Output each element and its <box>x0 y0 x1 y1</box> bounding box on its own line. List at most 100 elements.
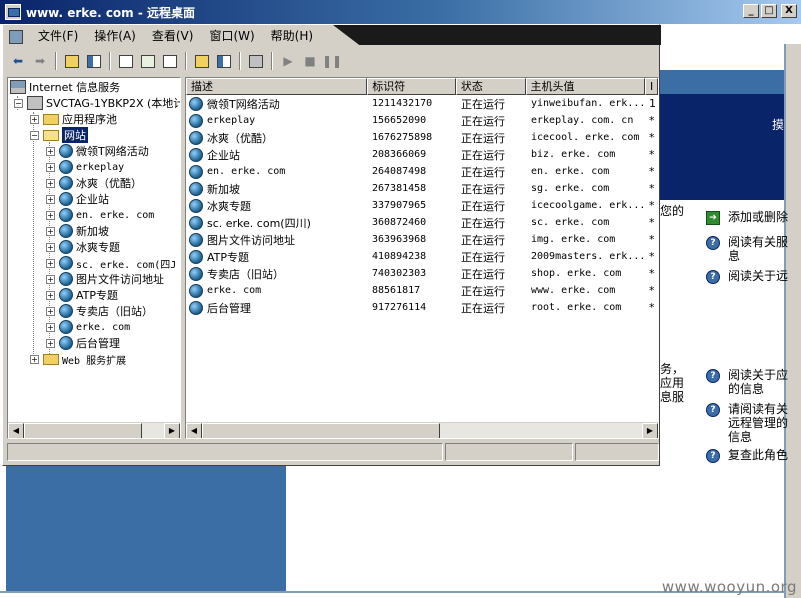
table-row[interactable]: 图片文件访问地址 363963968 正在运行 img. erke. com * <box>186 231 658 248</box>
task-review-role[interactable]: ? 复查此角色 <box>706 448 788 463</box>
task-read-about-remote[interactable]: ? 阅读关于远 <box>706 269 788 284</box>
properties-icon[interactable] <box>115 50 137 72</box>
column-header-ip[interactable]: I <box>645 78 658 95</box>
refresh-icon[interactable] <box>137 50 159 72</box>
play-icon[interactable]: ▶ <box>277 50 299 72</box>
expand-icon[interactable]: + <box>46 210 55 220</box>
table-row[interactable]: sc. erke. com(四川) 360872460 正在运行 sc. erke. … <box>186 214 658 231</box>
list-horizontal-scrollbar[interactable]: ◀ ▶ <box>186 422 658 438</box>
tree-item-site[interactable]: + 企业站 <box>46 191 109 207</box>
expand-icon[interactable]: + <box>30 354 39 364</box>
expand-icon[interactable]: + <box>46 162 55 172</box>
expand-icon[interactable]: + <box>46 338 55 348</box>
table-row[interactable]: en. erke. com 264087498 正在运行 en. erke. com * <box>186 163 658 180</box>
tree-item-site[interactable]: + ATP专题 <box>46 287 118 303</box>
table-row[interactable]: 新加坡 267381458 正在运行 sg. erke. com * <box>186 180 658 197</box>
scroll-thumb[interactable] <box>24 423 142 438</box>
computer-icon[interactable] <box>245 50 267 72</box>
cell-ip: * <box>649 131 655 144</box>
tree-item-server[interactable]: − SVCTAG-1YBKP2X (本地计 <box>14 95 180 111</box>
website-globe-icon <box>189 300 203 315</box>
task-read-about-remote-admin[interactable]: ? 请阅读有关 远程管理的 信息 <box>706 402 788 444</box>
table-row[interactable]: 冰爽专题 337907965 正在运行 icecoolgame. erk... * <box>186 197 658 214</box>
forward-arrow-icon[interactable]: ➡ <box>29 50 51 72</box>
scroll-left-icon[interactable]: ◀ <box>8 423 24 438</box>
tree-item-iis[interactable]: Internet 信息服务 <box>10 79 120 95</box>
minimize-button[interactable]: _ <box>743 4 759 18</box>
table-row[interactable]: 专卖店（旧站） 740302303 正在运行 shop. erke. com * <box>186 265 658 282</box>
expand-icon[interactable]: + <box>46 178 55 188</box>
expand-icon[interactable]: + <box>46 322 55 332</box>
tree-item-site[interactable]: + erke. com <box>46 319 130 335</box>
task-read-about-server[interactable]: ? 阅读有关服 息 <box>706 235 788 263</box>
expand-icon[interactable]: + <box>46 226 55 236</box>
tree-item-site[interactable]: + 图片文件访问地址 <box>46 271 164 287</box>
tree-item-site[interactable]: + 专卖店（旧站） <box>46 303 153 319</box>
table-row[interactable]: 后台管理 917276114 正在运行 root. erke. com * <box>186 299 658 316</box>
console-tree: Internet 信息服务 − SVCTAG-1YBKP2X (本地计 + 应用… <box>7 77 181 439</box>
column-header-description[interactable]: 描述 <box>186 78 368 95</box>
expand-icon[interactable]: + <box>46 306 55 316</box>
task-read-about-app[interactable]: ? 阅读关于应 的信息 <box>706 368 788 396</box>
stop-icon[interactable]: ■ <box>299 50 321 72</box>
server-manager-header-bar <box>656 70 784 94</box>
tree-item-site[interactable]: + en. erke. com <box>46 207 154 223</box>
tree-item-site[interactable]: + 后台管理 <box>46 335 120 351</box>
tree-item-site[interactable]: + 冰爽（优酷） <box>46 175 142 191</box>
collapse-icon[interactable]: − <box>30 130 39 140</box>
cell-identifier: 363963968 <box>372 234 427 245</box>
tree-item-site[interactable]: + sc. erke. com(四J <box>46 255 176 271</box>
expand-icon[interactable]: + <box>46 274 55 284</box>
tree-item-app-pools[interactable]: + 应用程序池 <box>30 111 117 127</box>
tree-item-site[interactable]: + 新加坡 <box>46 223 109 239</box>
tree-item-site[interactable]: + 冰爽专题 <box>46 239 120 255</box>
scroll-right-icon[interactable]: ▶ <box>642 423 658 438</box>
menu-action[interactable]: 操作(A) <box>86 25 144 47</box>
mmc-icon[interactable] <box>8 28 24 44</box>
mmc-pane-icon[interactable] <box>213 50 235 72</box>
tree-horizontal-scrollbar[interactable]: ◀ ▶ <box>8 422 180 438</box>
menu-window[interactable]: 窗口(W) <box>201 25 262 47</box>
rdp-title-bar[interactable]: www. erke. com - 远程桌面 _ □ X <box>0 0 801 24</box>
cell-status: 正在运行 <box>461 250 505 264</box>
expand-icon[interactable]: + <box>46 146 55 156</box>
website-globe-icon <box>59 320 73 334</box>
cell-ip: * <box>649 114 655 127</box>
expand-icon[interactable]: + <box>46 194 55 204</box>
expand-icon[interactable]: + <box>46 290 55 300</box>
up-folder-icon[interactable] <box>61 50 83 72</box>
cell-status: 正在运行 <box>461 114 505 128</box>
menu-view[interactable]: 查看(V) <box>144 25 202 47</box>
column-header-host-header[interactable]: 主机头值 <box>525 78 646 95</box>
task-add-remove[interactable]: ➔ 添加或删除 <box>706 210 788 225</box>
tree-item-web-service-ext[interactable]: + Web 服务扩展 <box>30 351 126 367</box>
table-row[interactable]: 微领T网络活动 1211432170 正在运行 yinweibufan. erk...… <box>186 95 658 112</box>
table-row[interactable]: erkeplay 156652090 正在运行 erkeplay. com. cn * <box>186 112 658 129</box>
back-arrow-icon[interactable]: ⬅ <box>7 50 29 72</box>
scroll-thumb[interactable] <box>202 423 440 438</box>
help-icon[interactable] <box>191 50 213 72</box>
column-header-status[interactable]: 状态 <box>455 78 526 95</box>
show-tree-icon[interactable] <box>83 50 105 72</box>
export-list-icon[interactable] <box>159 50 181 72</box>
tree-item-websites[interactable]: − 网站 <box>30 127 88 143</box>
table-row[interactable]: ATP专题 410894238 正在运行 2009masters. erk... * <box>186 248 658 265</box>
scroll-left-icon[interactable]: ◀ <box>186 423 202 438</box>
vertical-scrollbar[interactable] <box>786 44 801 598</box>
close-button[interactable]: X <box>781 4 797 18</box>
menu-help[interactable]: 帮助(H) <box>263 25 321 47</box>
tree-item-site[interactable]: + 微领T网络活动 <box>46 143 149 159</box>
table-row[interactable]: 企业站 208366069 正在运行 biz. erke. com * <box>186 146 658 163</box>
maximize-button[interactable]: □ <box>761 4 777 18</box>
column-header-identifier[interactable]: 标识符 <box>367 78 456 95</box>
table-row[interactable]: erke. com 88561817 正在运行 www. erke. com * <box>186 282 658 299</box>
tree-item-site[interactable]: + erkeplay <box>46 159 124 175</box>
expand-icon[interactable]: + <box>46 242 55 252</box>
collapse-icon[interactable]: − <box>14 98 23 108</box>
menu-file[interactable]: 文件(F) <box>30 25 86 47</box>
scroll-right-icon[interactable]: ▶ <box>164 423 180 438</box>
expand-icon[interactable]: + <box>46 258 55 268</box>
table-row[interactable]: 冰爽（优酷） 1676275898 正在运行 icecool. erke. com * <box>186 129 658 146</box>
expand-icon[interactable]: + <box>30 114 39 124</box>
pause-icon[interactable]: ❚❚ <box>321 50 343 72</box>
